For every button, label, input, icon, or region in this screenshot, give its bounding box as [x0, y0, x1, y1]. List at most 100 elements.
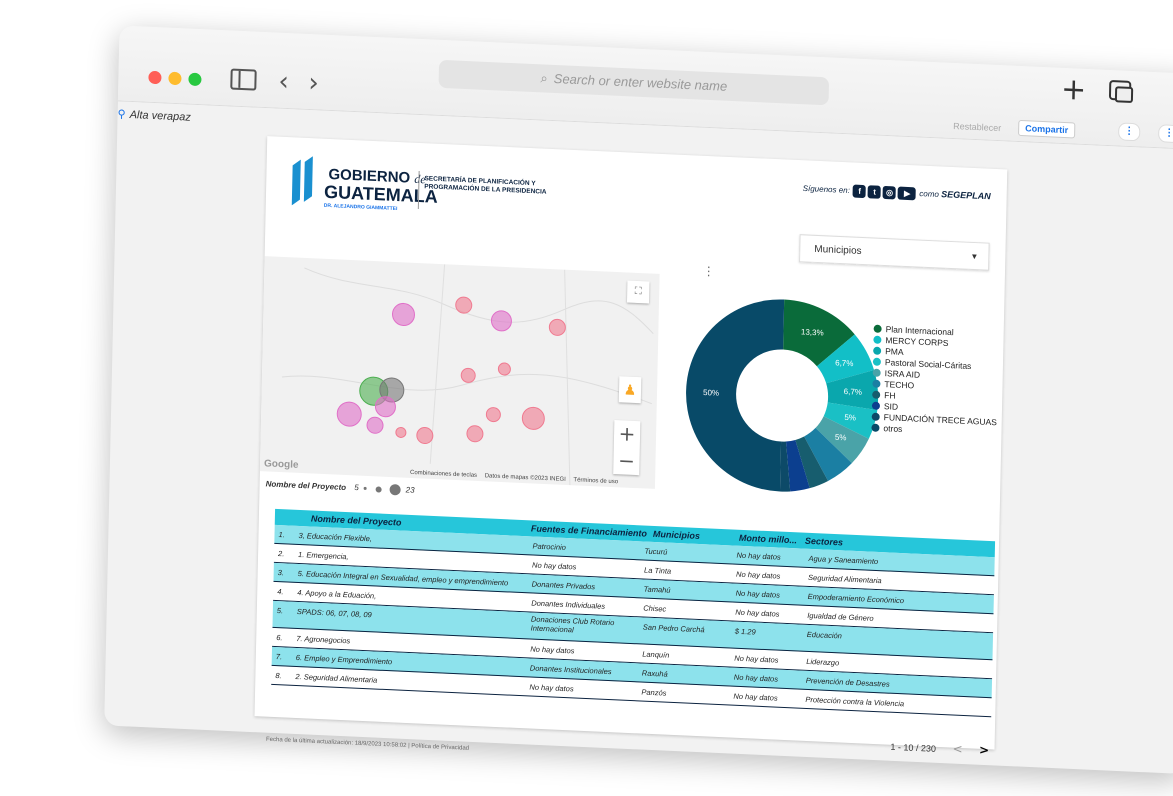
map-bubble[interactable]	[374, 396, 396, 418]
col-monto[interactable]: Monto millo...	[739, 533, 797, 546]
size-legend: Nombre del Proyecto 5 23	[266, 478, 415, 496]
follow-brand: SEGEPLAN	[941, 189, 991, 202]
social-follow: Síguenos en: f t ◎ ▶ como SEGEPLAN	[803, 182, 991, 203]
table-cell-municipio: Chisec	[643, 603, 667, 614]
map-bubble[interactable]	[416, 427, 434, 445]
table-cell-n: 2.	[278, 549, 285, 559]
follow-prefix: Síguenos en:	[802, 183, 850, 196]
table-cell-sector: Agua y Saneamiento	[808, 553, 879, 567]
back-arrow-icon[interactable]: ‹	[278, 67, 289, 97]
map-bubble[interactable]	[336, 401, 362, 427]
legend-label: FH	[884, 390, 896, 401]
more-options-icon[interactable]: ⋮	[1118, 122, 1141, 142]
project-bubbles[interactable]	[336, 292, 566, 450]
table-cell-sector: Prevención de Desastres	[805, 675, 890, 689]
legend-label: TECHO	[884, 379, 915, 391]
gobierno-logo: GOBIERNO de GUATEMALA DR. ALEJANDRO GIAM…	[286, 155, 547, 223]
size-legend-max: 23	[405, 485, 415, 495]
map-bubble[interactable]	[391, 302, 415, 326]
youtube-icon[interactable]: ▶	[897, 186, 917, 201]
region-title: ⚲ Alta verapaz	[117, 107, 191, 123]
minimize-window-dot[interactable]	[168, 71, 182, 86]
browser-window: ‹ › ⌕ Search or enter website name + Rest…	[104, 25, 1173, 774]
table-cell-proyecto: 2. Seguridad Alimentaria	[295, 671, 378, 685]
instagram-icon[interactable]: ◎	[882, 185, 897, 200]
donut-slice-label: 5%	[844, 413, 856, 423]
legend-label: PMA	[885, 346, 904, 357]
prev-page-icon[interactable]: <	[952, 742, 962, 756]
table-cell-proyecto: 3, Educación Flexible,	[298, 530, 373, 544]
map-bubble[interactable]	[521, 406, 545, 430]
zoom-in-icon[interactable]: +	[614, 420, 641, 448]
col-sectores[interactable]: Sectores	[805, 536, 843, 548]
legend-swatch	[873, 324, 882, 333]
report-canvas: GOBIERNO de GUATEMALA DR. ALEJANDRO GIAM…	[254, 136, 1008, 757]
legend-swatch	[871, 401, 881, 410]
col-proyecto[interactable]: Nombre del Proyecto	[311, 513, 402, 527]
legend-swatch	[872, 357, 882, 366]
col-municipios[interactable]: Municipios	[653, 529, 700, 541]
google-logo: Google	[263, 458, 299, 471]
table-cell-fuente: No hay datos	[529, 682, 574, 694]
table-cell-n: 6.	[276, 633, 283, 643]
map-bubble[interactable]	[490, 310, 512, 332]
restablecer-button[interactable]: Restablecer	[953, 121, 1001, 133]
zoom-control[interactable]: + −	[613, 420, 641, 476]
project-map[interactable]: ⛶ ♟ + − Google Combinaciones de teclas D…	[259, 256, 660, 489]
new-tab-icon[interactable]: +	[1061, 72, 1087, 108]
donut-slice-label: 6,7%	[835, 358, 853, 368]
address-bar[interactable]: ⌕ Search or enter website name	[438, 59, 830, 106]
table-cell-fuente: Donantes Institucionales	[529, 663, 612, 677]
map-bubble[interactable]	[366, 416, 384, 434]
legend-label: SID	[883, 401, 899, 412]
zoom-window-dot[interactable]	[188, 72, 202, 87]
sidebar-toggle-icon[interactable]	[230, 68, 257, 91]
tab-overview-icon[interactable]	[1108, 79, 1132, 101]
map-bubble[interactable]	[466, 425, 484, 443]
donut-slice-label: 5%	[835, 433, 847, 443]
table-cell-proyecto: 1. Emergencia,	[298, 549, 349, 562]
map-bubble[interactable]	[548, 318, 566, 336]
legend-swatch	[871, 412, 880, 421]
donut-slice[interactable]	[684, 295, 785, 492]
facebook-icon[interactable]: f	[852, 184, 867, 199]
map-bubble[interactable]	[497, 362, 511, 376]
size-dot-large	[389, 483, 401, 496]
map-menu-icon[interactable]: ⋮	[703, 264, 715, 279]
forward-arrow-icon[interactable]: ›	[308, 68, 319, 98]
zoom-out-icon[interactable]: −	[613, 447, 640, 475]
pegman-icon[interactable]: ♟	[618, 376, 642, 404]
table-cell-proyecto: 6. Empleo y Emprendimiento	[295, 652, 393, 667]
close-window-dot[interactable]	[148, 70, 162, 85]
map-bubble[interactable]	[455, 296, 473, 314]
twitter-icon[interactable]: t	[867, 185, 882, 199]
legend-swatch	[871, 423, 880, 432]
secretaria-title: SECRETARÍA DE PLANIFICACIÓN Y PROGRAMACI…	[424, 175, 547, 196]
next-page-icon[interactable]: >	[979, 743, 989, 757]
table-cell-fuente: Donaciones Club Rotario Internacional	[530, 614, 615, 635]
map-bubble[interactable]	[395, 426, 407, 438]
donut-slice-label: 13,3%	[801, 327, 824, 337]
screenshot-frame: ‹ › ⌕ Search or enter website name + Rest…	[0, 0, 1173, 774]
share-button[interactable]: Compartir	[1018, 119, 1076, 139]
tilted-browser-mockup: ‹ › ⌕ Search or enter website name + Rest…	[0, 0, 1173, 795]
legend-label: ISRA AID	[884, 368, 921, 380]
fullscreen-icon[interactable]: ⛶	[626, 280, 650, 304]
donut-slice-label: 6,7%	[844, 387, 862, 397]
table-cell-sector: Empoderamiento Económico	[807, 591, 905, 606]
table-cell-proyecto: SPADS: 06, 07, 08, 09	[296, 606, 372, 620]
map-bubble[interactable]	[460, 367, 476, 383]
table-cell-monto: $ 1.29	[734, 626, 756, 637]
address-placeholder: Search or enter website name	[553, 70, 728, 94]
donut-chart[interactable]: 13,3% 6,7% 6,7% 5% 5% 50%	[680, 291, 884, 500]
table-cell-n: 8.	[275, 671, 282, 681]
dropdown-caret-icon: ▼	[970, 251, 979, 262]
municipios-dropdown[interactable]: Municipios ▼	[799, 234, 990, 271]
app-menu-icon[interactable]: ⋮	[1158, 124, 1173, 144]
legend-swatch	[873, 346, 882, 355]
map-bubble[interactable]	[485, 407, 501, 423]
table-cell-n: 1.	[278, 530, 285, 540]
table-cell-fuente: No hay datos	[532, 560, 577, 572]
table-cell-monto: No hay datos	[733, 672, 779, 684]
table-cell-fuente: Donantes Privados	[531, 579, 596, 592]
